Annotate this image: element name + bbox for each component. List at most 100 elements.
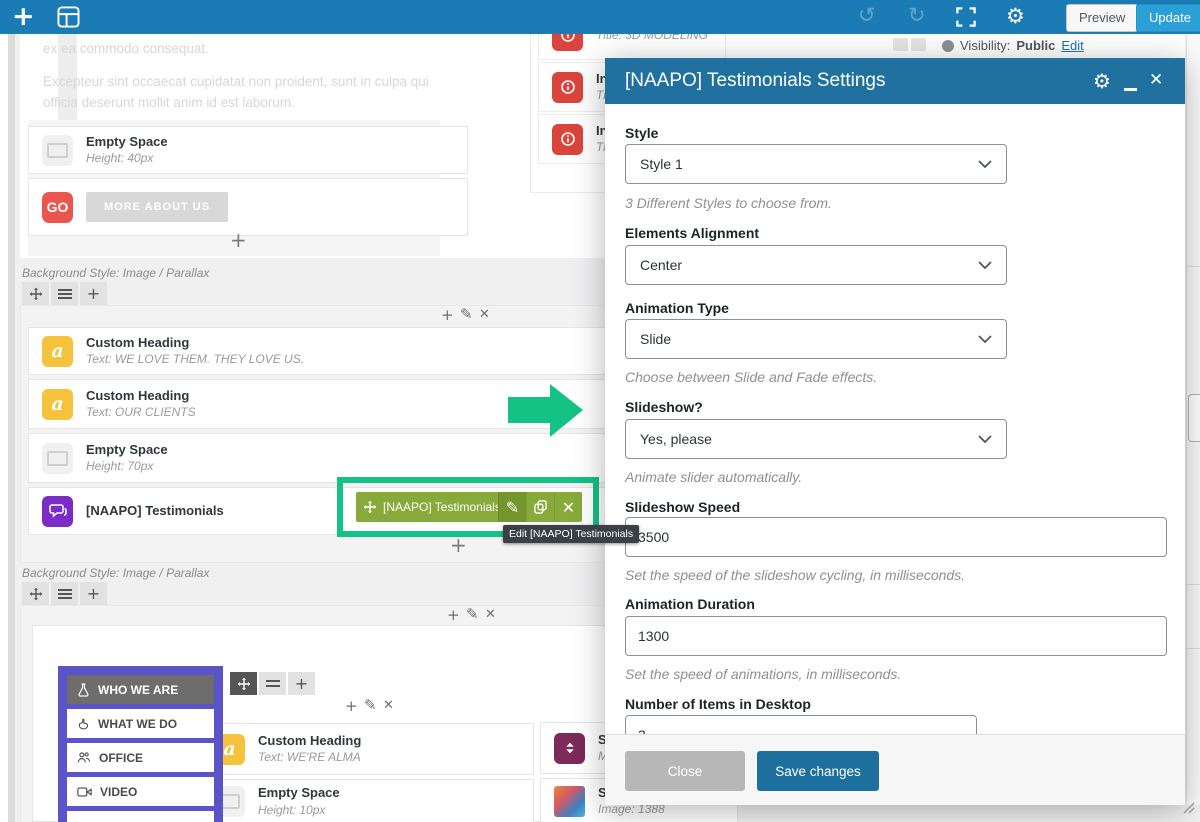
edit-widget-icon[interactable]: ✎ xyxy=(498,492,526,522)
go-button-icon: GO xyxy=(42,192,73,223)
minimize-icon[interactable] xyxy=(1124,88,1137,91)
add-widget-icon[interactable]: + xyxy=(345,699,358,714)
add-widget-icon[interactable]: + xyxy=(447,608,460,623)
edit-widget-tooltip: Edit [NAAPO] Testimonials xyxy=(503,525,639,543)
button-widget[interactable]: GO MORE ABOUT US xyxy=(28,178,468,236)
style-select[interactable]: Style 1 xyxy=(625,144,1007,184)
menu-item-video[interactable]: VIDEO xyxy=(67,777,214,806)
more-about-us-button[interactable]: MORE ABOUT US xyxy=(86,192,228,222)
edit-row-icon[interactable]: ✎ xyxy=(460,307,473,322)
background-style-label-1: Background Style: Image / Parallax xyxy=(22,266,209,280)
field-help: 3 Different Styles to choose from. xyxy=(625,195,832,211)
field-help: Choose between Slide and Fade effects. xyxy=(625,369,877,385)
resize-grip-icon[interactable] xyxy=(1180,799,1196,815)
animation-type-select[interactable]: Slide xyxy=(625,319,1007,359)
select-value: Slide xyxy=(640,331,671,347)
custom-heading-widget-1[interactable]: a Custom Heading Text: WE LOVE THEM. THE… xyxy=(28,327,636,375)
edit-row-icon[interactable]: ✎ xyxy=(364,698,377,713)
modal-gear-icon[interactable]: ⚙ xyxy=(1093,69,1111,93)
flask-icon xyxy=(77,683,90,697)
testimonials-chat-icon xyxy=(42,496,73,527)
modal-close-icon[interactable]: ✕ xyxy=(1149,70,1163,90)
edit-row-icon[interactable]: ✎ xyxy=(466,607,479,622)
save-changes-button[interactable]: Save changes xyxy=(757,751,879,791)
visibility-eye-icon xyxy=(942,40,954,52)
row-layout-button[interactable] xyxy=(51,582,78,605)
cell-layout-button[interactable] xyxy=(259,672,286,695)
metabox-button-fragment xyxy=(911,38,926,51)
fullscreen-icon[interactable] xyxy=(956,7,976,32)
row-layout-button[interactable] xyxy=(51,282,78,305)
empty-space-icon xyxy=(42,135,73,166)
menu-item-partial[interactable] xyxy=(67,811,214,822)
menu-item-label: WHO WE ARE xyxy=(98,683,178,697)
toolbar-widget-label: [NAAPO] Testimonials xyxy=(383,500,498,514)
delete-row-icon[interactable]: ✕ xyxy=(485,608,496,621)
green-pointer-arrow xyxy=(505,382,585,440)
field-label-items-desktop: Number of Items in Desktop xyxy=(625,696,811,712)
layout-icon[interactable] xyxy=(57,6,80,33)
move-row-button[interactable] xyxy=(22,282,49,305)
modal-header: [NAAPO] Testimonials Settings ⚙ ✕ xyxy=(605,58,1185,104)
add-cell-button[interactable]: + xyxy=(288,672,315,695)
delete-row-icon[interactable]: ✕ xyxy=(479,308,490,321)
sort-arrows-icon xyxy=(554,733,585,764)
select-value: Style 1 xyxy=(640,156,683,172)
add-row-button[interactable]: + xyxy=(80,282,107,305)
duplicate-widget-icon[interactable] xyxy=(526,492,554,522)
widget-title: Empty Space xyxy=(258,785,340,801)
gear-icon[interactable]: ⚙ xyxy=(1006,4,1025,28)
page-left-margin xyxy=(0,34,8,822)
widget-meta: Height: 40px xyxy=(86,151,168,166)
row-toolbar-1: + xyxy=(22,282,107,305)
slideshow-select[interactable]: Yes, please xyxy=(625,419,1007,459)
field-label-style: Style xyxy=(625,125,658,141)
publish-metabox: Visibility: Public Edit xyxy=(935,34,1185,58)
add-widget-plus-icon[interactable]: + xyxy=(450,535,467,555)
update-button[interactable]: Update xyxy=(1136,4,1200,32)
field-label-slideshow-speed: Slideshow Speed xyxy=(625,499,740,515)
widget-meta: Text: WE'RE ALMA xyxy=(258,750,361,765)
page-builder-screen: ex ea commodo consequat. Excepteur sint … xyxy=(0,0,1200,822)
redo-icon[interactable]: ↻ xyxy=(908,3,926,27)
menu-item-label: WHAT WE DO xyxy=(98,717,177,731)
widget-title: Custom Heading xyxy=(86,388,196,404)
add-widget-topbar-icon[interactable]: + xyxy=(12,1,35,32)
metabox-button-fragment xyxy=(893,38,908,51)
menu-item-label: VIDEO xyxy=(100,785,137,799)
slideshow-speed-input[interactable] xyxy=(625,517,1167,557)
add-row-button[interactable]: + xyxy=(80,582,107,605)
select-value: Yes, please xyxy=(640,431,712,447)
animation-duration-input[interactable] xyxy=(625,616,1167,656)
modal-footer: Close Save changes xyxy=(605,734,1185,805)
chevron-down-icon xyxy=(978,335,992,343)
widget-title: Custom Heading xyxy=(86,335,304,351)
delete-row-icon[interactable]: ✕ xyxy=(383,699,394,712)
select-value: Center xyxy=(640,257,682,273)
add-widget-plus-icon[interactable]: + xyxy=(230,230,247,250)
row-toolbar-2: + xyxy=(22,582,107,605)
field-help: Set the speed of the slideshow cycling, … xyxy=(625,567,965,583)
menu-item-what-we-do[interactable]: WHAT WE DO xyxy=(67,709,214,738)
move-row-button[interactable] xyxy=(22,582,49,605)
menu-item-who-we-are[interactable]: WHO WE ARE xyxy=(67,675,214,704)
cell-toolbar: + xyxy=(230,672,315,695)
menu-item-office[interactable]: OFFICE xyxy=(67,743,214,772)
move-cell-button[interactable] xyxy=(230,672,257,695)
empty-space-widget-2[interactable]: Empty Space Height: 70px xyxy=(28,433,636,483)
widget-title: Empty Space xyxy=(86,134,168,150)
empty-space-widget-1[interactable]: Empty Space Height: 40px xyxy=(28,126,468,174)
alignment-select[interactable]: Center xyxy=(625,245,1007,285)
visibility-edit-link[interactable]: Edit xyxy=(1061,38,1083,53)
faded-text-widget: ex ea commodo consequat. Excepteur sint … xyxy=(43,38,435,125)
delete-widget-icon[interactable]: ✕ xyxy=(554,492,582,522)
undo-icon[interactable]: ↺ xyxy=(858,3,876,27)
empty-space-widget-3[interactable]: Empty Space Height: 10px xyxy=(200,779,534,822)
custom-heading-widget-3[interactable]: a Custom Heading Text: WE'RE ALMA xyxy=(200,723,534,775)
field-label-animation-type: Animation Type xyxy=(625,300,729,316)
add-widget-icon[interactable]: + xyxy=(441,308,454,323)
preview-button[interactable]: Preview xyxy=(1066,4,1138,32)
nav-menu-widget[interactable]: WHO WE ARE WHAT WE DO OFFICE VIDEO xyxy=(58,666,223,822)
move-widget-icon[interactable] xyxy=(356,500,383,514)
close-button[interactable]: Close xyxy=(625,751,745,791)
